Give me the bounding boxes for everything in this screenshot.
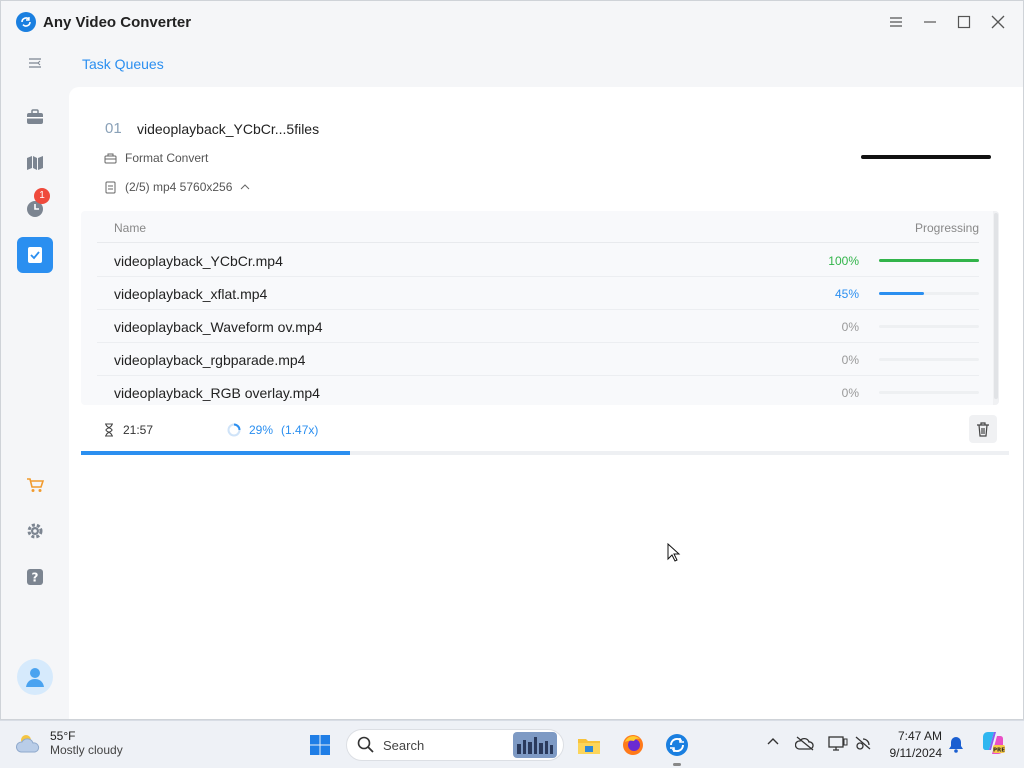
progress-speed: (1.47x): [281, 423, 319, 437]
cloudy-icon: [16, 735, 40, 753]
task-footer: 21:57 29% (1.47x): [81, 405, 1009, 455]
file-icon: [105, 181, 116, 193]
weather-temp: 55°F: [50, 729, 76, 743]
search-label: Search: [383, 737, 425, 753]
display-icon[interactable]: [828, 735, 848, 756]
table-row[interactable]: videoplayback_RGB overlay.mp4 0%: [97, 376, 979, 405]
help-icon[interactable]: ?: [17, 559, 53, 595]
table-row[interactable]: videoplayback_xflat.mp4 45%: [97, 277, 979, 310]
task-number: 01: [105, 120, 122, 137]
file-name: videoplayback_xflat.mp4: [114, 286, 268, 302]
file-progress-percent: 0%: [841, 320, 859, 334]
elapsed-label: 21:57: [123, 423, 154, 437]
svg-text:PRE: PRE: [993, 748, 1005, 754]
column-name: Name: [114, 221, 147, 235]
minimize-icon[interactable]: [915, 9, 945, 35]
delete-button[interactable]: [969, 415, 997, 443]
title-bar: Any Video Converter: [1, 1, 1023, 43]
file-name: videoplayback_YCbCr.mp4: [114, 253, 283, 269]
toolbox-small-icon: [104, 153, 117, 163]
clock-date: 9/11/2024: [889, 746, 943, 760]
collapse-menu-icon[interactable]: [17, 45, 53, 81]
window-controls: [881, 9, 1013, 35]
column-progress: Progressing: [914, 221, 979, 235]
chevron-up-tray-icon[interactable]: [766, 735, 780, 754]
gear-icon[interactable]: [17, 513, 53, 549]
task-details-label: (2/5) mp4 5760x256: [125, 180, 233, 194]
copilot-icon[interactable]: PRE: [980, 731, 1006, 760]
file-name: videoplayback_rgbparade.mp4: [114, 352, 306, 368]
overall-progress-bar: [861, 155, 991, 159]
active-app-indicator: [673, 763, 681, 766]
taskbar: 55°F Mostly cloudy Search 7:47 AM 9/11/2…: [0, 720, 1024, 768]
table-row[interactable]: videoplayback_YCbCr.mp4 100%: [97, 244, 979, 277]
notification-bell-icon[interactable]: [948, 735, 964, 758]
task-type: Format Convert: [104, 151, 208, 165]
scrollbar-thumb[interactable]: [994, 213, 998, 399]
file-progress-percent: 45%: [834, 287, 859, 301]
svg-text:?: ?: [32, 571, 39, 585]
file-progress-bar: [879, 391, 979, 394]
system-clock[interactable]: 7:47 AM 9/11/2024: [880, 728, 943, 762]
close-icon[interactable]: [983, 9, 1013, 35]
file-table: Name Progressing videoplayback_YCbCr.mp4…: [81, 211, 999, 405]
any-video-converter-taskbar-icon[interactable]: [663, 731, 691, 759]
table-row[interactable]: videoplayback_rgbparade.mp4 0%: [97, 343, 979, 376]
task-progress-fill: [81, 451, 351, 455]
toolbox-icon[interactable]: [17, 99, 53, 135]
file-progress-bar: [879, 292, 979, 295]
search-highlight-image: [513, 732, 557, 758]
menu-icon[interactable]: [881, 9, 911, 35]
task-check-icon[interactable]: [17, 237, 53, 273]
weather-desc: Mostly cloudy: [50, 743, 123, 757]
cloud-offline-icon[interactable]: [794, 735, 815, 756]
cart-icon[interactable]: [17, 467, 53, 503]
clock-icon[interactable]: 1: [17, 188, 53, 227]
file-progress-percent: 100%: [828, 254, 859, 268]
app-window: Any Video Converter 1 ? Task Queues 01 v…: [0, 0, 1024, 720]
file-progress-fill: [879, 259, 979, 262]
hourglass-icon: [105, 423, 113, 437]
firefox-icon[interactable]: [619, 731, 647, 759]
file-progress-percent: 0%: [841, 353, 859, 367]
avatar[interactable]: [17, 659, 53, 695]
trash-icon: [977, 421, 989, 437]
maximize-icon[interactable]: [949, 9, 979, 35]
task-progress-text: 29% (1.47x): [227, 423, 318, 437]
task-progress-bar: [81, 451, 1009, 455]
page-title: Task Queues: [82, 56, 164, 72]
file-name: videoplayback_RGB overlay.mp4: [114, 385, 320, 401]
task-panel: 01 videoplayback_YCbCr...5files Format C…: [69, 87, 1023, 719]
file-progress-bar: [879, 259, 979, 262]
table-row[interactable]: videoplayback_Waveform ov.mp4 0%: [97, 310, 979, 343]
network-icon[interactable]: [854, 735, 872, 756]
map-icon[interactable]: [17, 145, 53, 181]
weather-widget[interactable]: 55°F Mostly cloudy: [16, 729, 123, 757]
chevron-up-icon[interactable]: [240, 183, 250, 191]
task-type-label: Format Convert: [125, 151, 209, 165]
search-icon: [357, 736, 374, 753]
clock-time: 7:47 AM: [897, 729, 942, 743]
progress-percent: 29%: [249, 423, 274, 437]
elapsed-time: 21:57: [103, 423, 153, 437]
sidebar: 1 ?: [1, 43, 69, 719]
file-progress-percent: 0%: [841, 386, 859, 400]
file-progress-fill: [879, 292, 924, 295]
file-name: videoplayback_Waveform ov.mp4: [114, 319, 323, 335]
scrollbar[interactable]: [993, 211, 999, 405]
table-header: Name Progressing: [97, 211, 979, 243]
mouse-cursor: [667, 542, 681, 568]
taskbar-search[interactable]: Search: [346, 729, 564, 761]
app-logo-icon: [16, 12, 36, 32]
file-explorer-icon[interactable]: [575, 731, 603, 759]
app-title: Any Video Converter: [43, 14, 192, 31]
task-name: videoplayback_YCbCr...5files: [137, 121, 320, 137]
task-details[interactable]: (2/5) mp4 5760x256: [104, 180, 250, 194]
file-progress-bar: [879, 325, 979, 328]
spinner-icon: [227, 423, 241, 437]
file-progress-bar: [879, 358, 979, 361]
notification-badge: 1: [34, 188, 50, 204]
windows-start-icon[interactable]: [306, 731, 334, 759]
